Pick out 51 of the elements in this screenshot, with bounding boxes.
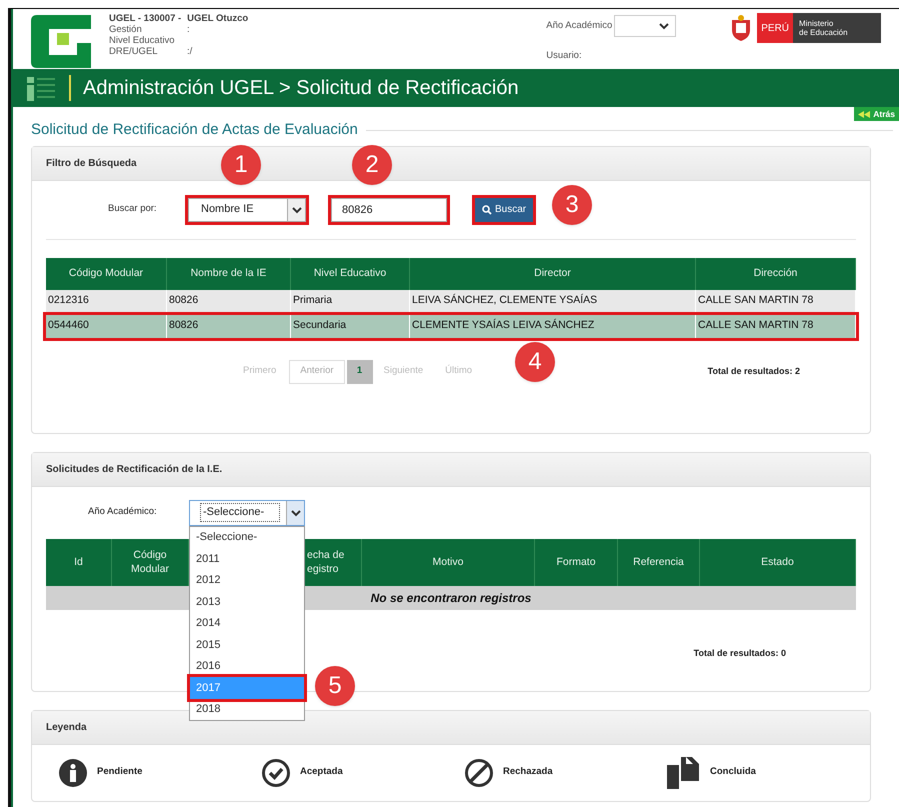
year-select[interactable] <box>614 15 676 37</box>
search-icon <box>482 204 492 214</box>
page-header-title: Administración UGEL > Solicitud de Rectificación <box>83 76 519 101</box>
legend-label: Concluida <box>710 765 756 780</box>
search-button[interactable]: Buscar <box>475 198 534 222</box>
info-label: Gestión <box>109 24 143 35</box>
table-cell: 80826 <box>167 314 291 338</box>
info-icon <box>58 758 88 788</box>
table-cell: Secundaria <box>291 314 410 338</box>
table-cell: 0544460 <box>46 314 167 338</box>
table-row[interactable]: 0544460 80826 Secundaria CLEMENTE YSAÍAS LEIVA SÁNCHEZ CALLE SAN MARTIN 78 <box>46 314 856 338</box>
caret-icon <box>292 206 302 214</box>
section-title: Solicitud de Rectificación de Actas de Evaluación <box>31 120 358 140</box>
info-value: :/ <box>187 46 192 57</box>
ban-icon <box>464 758 494 788</box>
step-number-badge: 5 <box>315 666 355 706</box>
rewind-icon <box>858 110 870 118</box>
dropdown-option[interactable]: 2016 <box>190 656 304 677</box>
results-total: Total de resultados: 2 <box>708 364 800 378</box>
panel-title: Solicitudes de Rectificación de la I.E. <box>46 462 222 476</box>
legend-label: Rechazada <box>503 765 553 780</box>
panel-title: Leyenda <box>46 720 87 734</box>
caret-icon <box>659 22 670 30</box>
year-label: Año Académico: <box>88 505 158 520</box>
table-cell: CLEMENTE YSAÍAS LEIVA SÁNCHEZ <box>410 314 696 338</box>
user-label: Usuario: <box>546 49 583 63</box>
dropdown-option[interactable]: 2015 <box>190 634 304 656</box>
info-label: UGEL - 130007 - <box>109 13 182 24</box>
year-select[interactable]: -Seleccione- <box>189 500 305 526</box>
list-icon <box>27 75 57 101</box>
info-label: DRE/UGEL <box>109 46 159 57</box>
results-total: Total de resultados: 0 <box>694 646 786 660</box>
info-value: UGEL Otuzco <box>187 13 248 24</box>
check-circle-icon <box>261 758 291 788</box>
panel-title: Filtro de Búsqueda <box>46 156 137 170</box>
caret-icon <box>290 508 300 516</box>
dropdown-option[interactable]: 2013 <box>190 591 304 612</box>
legend-label: Aceptada <box>300 765 343 780</box>
ministry-label: Ministerio de Educación <box>793 13 882 43</box>
table-cell: CALLE SAN MARTIN 78 <box>696 314 856 338</box>
info-label: Nivel Educativo <box>109 35 176 46</box>
legend-label: Pendiente <box>97 765 142 780</box>
dropdown-option[interactable]: 2018 <box>190 698 304 720</box>
dropdown-option[interactable]: 2014 <box>190 612 304 634</box>
search-by-label: Buscar por: <box>108 202 158 216</box>
documents-icon <box>667 756 701 788</box>
year-label: Año Académico <box>546 18 612 33</box>
info-value: : <box>187 24 190 35</box>
table-row[interactable]: 0212316 80826 Primaria LEIVA SÁNCHEZ, CLEMENTE YSAÍAS CALLE SAN MARTIN 78 <box>46 290 856 312</box>
dropdown-option[interactable]: 2011 <box>190 548 304 570</box>
brand-label: PERÚ <box>757 13 794 43</box>
